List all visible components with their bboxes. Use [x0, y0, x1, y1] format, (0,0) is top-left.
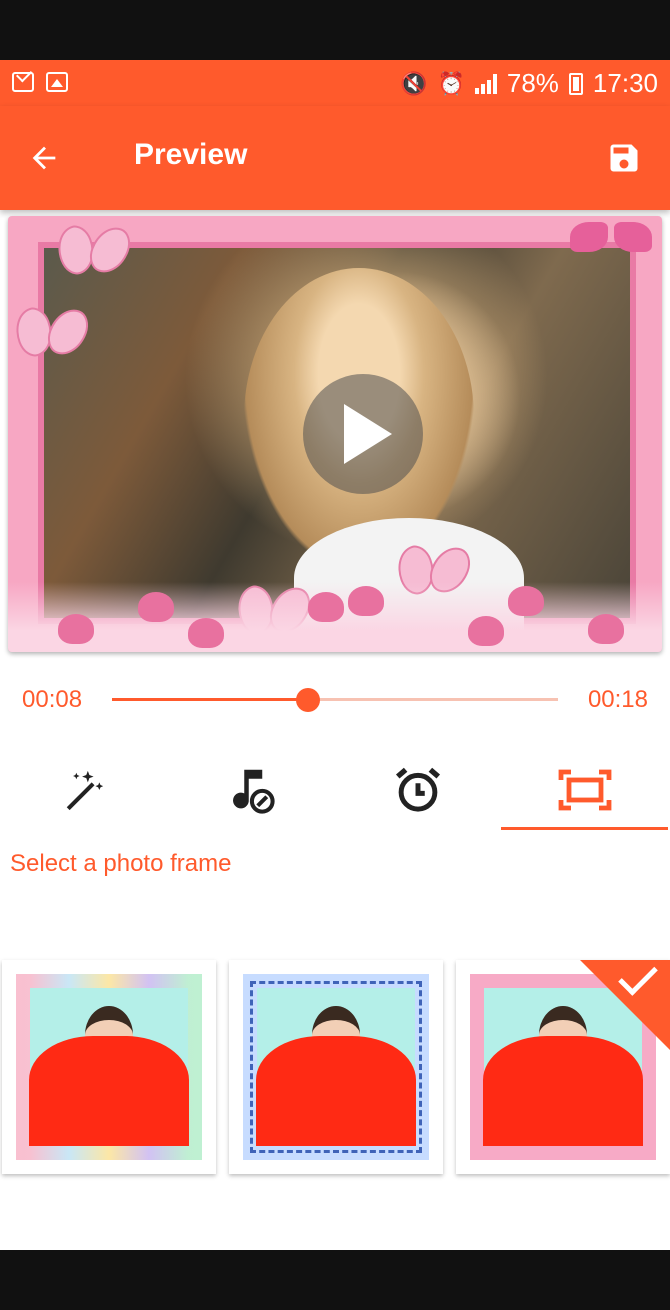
arrow-left-icon — [32, 146, 56, 170]
back-button[interactable] — [20, 134, 68, 182]
flower-border — [8, 582, 662, 652]
frame-list — [0, 960, 670, 1180]
model-shirt — [29, 1036, 189, 1146]
battery-percent: 78% — [506, 68, 559, 98]
seek-progress — [112, 698, 309, 701]
image-notification-icon — [46, 72, 68, 92]
ribbon-bow-decoration — [568, 216, 654, 272]
playback-timeline: 00:08 00:18 — [0, 680, 670, 720]
video-preview[interactable] — [8, 216, 662, 652]
clock: 17:30 — [592, 68, 658, 98]
current-time: 00:08 — [22, 686, 83, 713]
tulip-decoration — [58, 614, 94, 644]
play-button[interactable] — [303, 374, 423, 494]
editor-toolbar — [0, 750, 670, 830]
floppy-disk-icon — [610, 144, 638, 172]
frame-icon — [558, 769, 611, 811]
magic-wand-icon — [66, 770, 103, 811]
model-shirt — [256, 1036, 416, 1146]
seek-thumb[interactable] — [296, 688, 321, 712]
save-button[interactable] — [600, 134, 648, 182]
alarm-clock-icon — [395, 767, 440, 812]
model-shirt — [483, 1036, 643, 1146]
frame-preview — [243, 974, 429, 1160]
tab-frame[interactable] — [501, 750, 668, 830]
total-time: 00:18 — [587, 686, 648, 713]
tulip-decoration — [588, 614, 624, 644]
battery-icon — [568, 72, 583, 95]
tulip-decoration — [508, 586, 544, 616]
tulip-decoration — [348, 586, 384, 616]
tulip-decoration — [468, 616, 504, 646]
tulip-decoration — [138, 592, 174, 622]
mute-icon: 🔇 — [400, 70, 428, 96]
status-right-icons: 🔇 ⏰ 78% 17:30 — [400, 68, 658, 99]
play-icon — [344, 404, 392, 464]
mail-notification-icon — [12, 72, 34, 92]
frame-section-label: Select a photo frame — [10, 850, 232, 877]
seek-bar[interactable] — [112, 688, 558, 712]
status-bar: 🔇 ⏰ 78% 17:30 — [0, 60, 670, 106]
system-bottom-bezel — [0, 1250, 670, 1310]
signal-icon — [474, 73, 497, 94]
frame-thumbnail-selected[interactable] — [456, 960, 670, 1174]
tulip-decoration — [308, 592, 344, 622]
frame-thumbnail[interactable] — [229, 960, 443, 1174]
alarm-status-icon: ⏰ — [437, 70, 465, 96]
butterfly-decoration — [58, 226, 128, 276]
butterfly-decoration — [16, 308, 86, 358]
page-title: Preview — [134, 138, 248, 171]
tab-music[interactable] — [167, 750, 334, 830]
music-note-icon — [232, 769, 275, 814]
frame-thumbnail[interactable] — [2, 960, 216, 1174]
tulip-decoration — [188, 618, 224, 648]
frame-preview — [16, 974, 202, 1160]
system-top-bezel — [0, 0, 670, 60]
tab-duration[interactable] — [334, 750, 501, 830]
app-bar: Preview — [0, 106, 670, 210]
status-left-icons — [12, 72, 68, 92]
app-screen: 🔇 ⏰ 78% 17:30 Preview 00:08 00:18 Select… — [0, 60, 670, 1250]
tab-effects[interactable] — [0, 750, 167, 830]
